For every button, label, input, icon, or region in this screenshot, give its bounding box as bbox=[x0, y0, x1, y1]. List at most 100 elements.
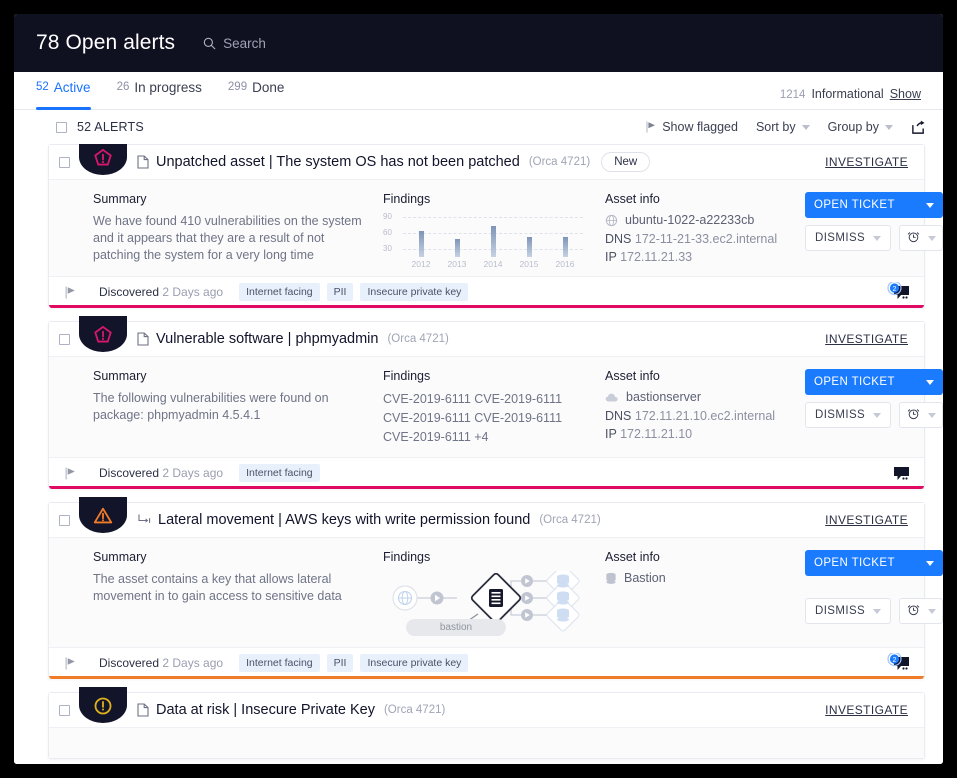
dismiss-button[interactable]: DISMISS bbox=[805, 225, 891, 251]
chevron-down-icon bbox=[873, 609, 881, 614]
alert-card[interactable]: Data at risk | Insecure Private Key (Orc… bbox=[48, 692, 925, 759]
group-by-label: Group by bbox=[828, 120, 879, 134]
chart-y-axis: 90 60 30 bbox=[383, 213, 401, 253]
investigate-link[interactable]: INVESTIGATE bbox=[825, 155, 908, 169]
tag[interactable]: Internet facing bbox=[239, 283, 320, 301]
asset-ip: IP 172.11.21.10 bbox=[605, 425, 797, 443]
database-asset-icon bbox=[605, 572, 617, 585]
alert-select-checkbox[interactable] bbox=[59, 334, 70, 345]
alert-select-checkbox[interactable] bbox=[59, 157, 70, 168]
circle-exclamation-icon bbox=[92, 695, 114, 717]
snooze-button[interactable] bbox=[899, 225, 943, 251]
cloud-asset-icon bbox=[605, 392, 619, 403]
tag[interactable]: PII bbox=[327, 283, 354, 301]
comments-button[interactable] bbox=[886, 463, 912, 483]
alert-source: (Orca 4721) bbox=[539, 514, 600, 526]
informational-group: 1214 Informational Show bbox=[780, 87, 921, 109]
dismiss-button[interactable]: DISMISS bbox=[805, 598, 891, 624]
tab-active[interactable]: 52 Active bbox=[36, 72, 91, 109]
comments-button[interactable]: 2 bbox=[886, 653, 912, 673]
asset-info-column: Asset info bastionserver DNS 172.11.21.1… bbox=[605, 369, 797, 447]
show-informational-link[interactable]: Show bbox=[890, 87, 921, 101]
show-flagged-label: Show flagged bbox=[662, 120, 738, 134]
chart-bar bbox=[491, 226, 496, 257]
findings-heading: Findings bbox=[383, 369, 605, 383]
alert-title: Lateral movement | AWS keys with write p… bbox=[158, 512, 530, 528]
select-all-checkbox[interactable] bbox=[56, 122, 67, 133]
investigate-link[interactable]: INVESTIGATE bbox=[825, 513, 908, 527]
informational-count: 1214 bbox=[780, 89, 806, 101]
tab-in-progress[interactable]: 26 In progress bbox=[117, 72, 202, 109]
comment-count: 2 bbox=[893, 286, 897, 293]
pentagon-exclamation-icon bbox=[92, 324, 114, 346]
tag[interactable]: Internet facing bbox=[239, 654, 320, 672]
severity-accent-bar bbox=[49, 486, 924, 489]
alert-source: (Orca 4721) bbox=[384, 704, 445, 716]
search-box[interactable] bbox=[203, 36, 423, 51]
show-flagged-button[interactable]: Show flagged bbox=[646, 120, 738, 134]
summary-column: Summary The following vulnerabilities we… bbox=[93, 369, 383, 447]
asset-dns: DNS 172-11-21-33.ec2.internal bbox=[605, 230, 797, 248]
tag-list: Internet facing PII Insecure private key bbox=[239, 654, 468, 672]
finding-line: CVE-2019-6111 CVE-2019-6111 bbox=[383, 390, 605, 409]
findings-column: Findings CVE-2019-6111 CVE-2019-6111 CVE… bbox=[383, 369, 605, 447]
search-input[interactable] bbox=[223, 36, 423, 51]
alert-title: Data at risk | Insecure Private Key bbox=[156, 702, 375, 718]
snooze-button[interactable] bbox=[899, 402, 943, 428]
tag[interactable]: Internet facing bbox=[239, 464, 320, 482]
summary-column: Summary We have found 410 vulnerabilitie… bbox=[93, 192, 383, 266]
tab-in-progress-count: 26 bbox=[117, 81, 130, 93]
globe-asset-icon bbox=[605, 214, 618, 227]
alert-card[interactable]: Unpatched asset | The system OS has not … bbox=[48, 144, 925, 308]
tab-active-count: 52 bbox=[36, 81, 49, 93]
alert-select-checkbox[interactable] bbox=[59, 705, 70, 716]
tag[interactable]: Insecure private key bbox=[360, 654, 468, 672]
flag-icon[interactable] bbox=[65, 286, 76, 299]
asset-info-column: Asset info Bastion bbox=[605, 550, 797, 637]
group-by-dropdown[interactable]: Group by bbox=[828, 120, 893, 134]
document-icon bbox=[137, 332, 149, 346]
chevron-down-icon bbox=[885, 125, 893, 130]
summary-heading: Summary bbox=[93, 192, 371, 206]
asset-dns: DNS 172.11.21.10.ec2.internal bbox=[605, 407, 797, 425]
findings-column: Findings 90 60 30 bbox=[383, 192, 605, 266]
snooze-button[interactable] bbox=[899, 598, 943, 624]
alarm-clock-icon bbox=[907, 230, 920, 246]
flag-icon[interactable] bbox=[65, 467, 76, 480]
open-ticket-label: OPEN TICKET bbox=[814, 376, 926, 388]
tag-list: Internet facing bbox=[239, 464, 320, 482]
tab-in-progress-label: In progress bbox=[134, 80, 202, 95]
open-ticket-button[interactable]: OPEN TICKET bbox=[805, 550, 943, 576]
tab-done-count: 299 bbox=[228, 81, 247, 93]
alert-card-header: Vulnerable software | phpmyadmin (Orca 4… bbox=[49, 322, 924, 357]
chart-xtick: 2015 bbox=[520, 259, 539, 269]
alert-select-checkbox[interactable] bbox=[59, 515, 70, 526]
tag[interactable]: PII bbox=[327, 654, 354, 672]
alarm-clock-icon bbox=[907, 603, 920, 619]
new-badge[interactable]: New bbox=[601, 152, 650, 172]
alert-card[interactable]: Vulnerable software | phpmyadmin (Orca 4… bbox=[48, 321, 925, 489]
tab-done[interactable]: 299 Done bbox=[228, 72, 284, 109]
severity-accent-bar bbox=[49, 305, 924, 308]
open-ticket-button[interactable]: OPEN TICKET bbox=[805, 192, 943, 218]
chevron-down-icon bbox=[802, 125, 810, 130]
comments-button[interactable]: 2 bbox=[886, 282, 912, 302]
findings-heading: Findings bbox=[383, 192, 605, 206]
open-ticket-button[interactable]: OPEN TICKET bbox=[805, 369, 943, 395]
flag-icon bbox=[646, 121, 656, 133]
discovered-info: Discovered 2 Days ago bbox=[99, 656, 223, 670]
pentagon-exclamation-icon bbox=[92, 147, 114, 169]
alert-card-footer: Discovered 2 Days ago Internet facing PI… bbox=[49, 276, 924, 307]
tag-list: Internet facing PII Insecure private key bbox=[239, 283, 468, 301]
dismiss-button[interactable]: DISMISS bbox=[805, 402, 891, 428]
export-button[interactable] bbox=[911, 120, 925, 134]
tag[interactable]: Insecure private key bbox=[360, 283, 468, 301]
investigate-link[interactable]: INVESTIGATE bbox=[825, 703, 908, 717]
sort-by-dropdown[interactable]: Sort by bbox=[756, 120, 810, 134]
alert-card[interactable]: Lateral movement | AWS keys with write p… bbox=[48, 502, 925, 679]
alert-card-header: Lateral movement | AWS keys with write p… bbox=[49, 503, 924, 538]
investigate-link[interactable]: INVESTIGATE bbox=[825, 332, 908, 346]
flag-icon[interactable] bbox=[65, 657, 76, 670]
alert-card-body: Summary The following vulnerabilities we… bbox=[49, 357, 924, 457]
chart-xtick: 2013 bbox=[448, 259, 467, 269]
